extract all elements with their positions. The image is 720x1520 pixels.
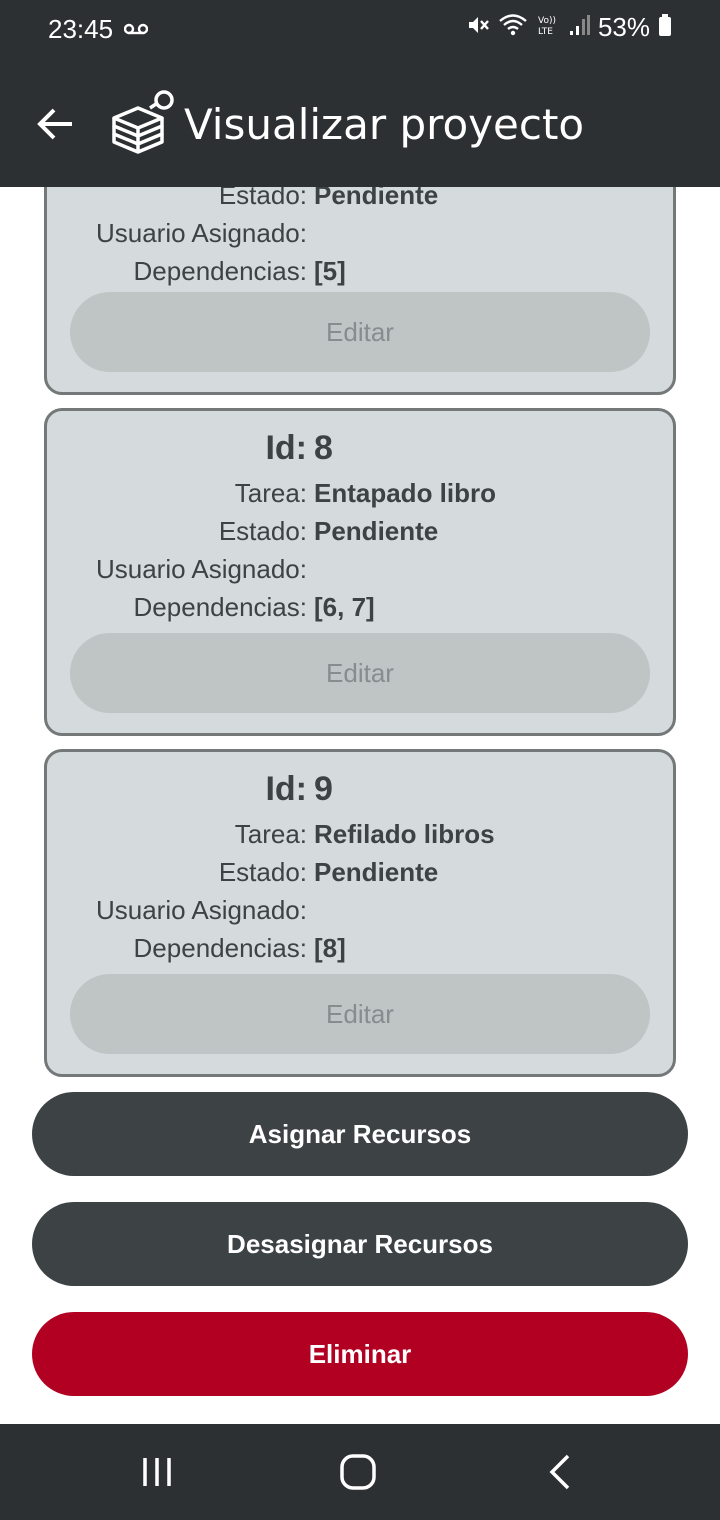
task-id-label: Id:: [265, 429, 307, 467]
task-user-label: Usuario Asignado:: [95, 554, 307, 584]
edit-button[interactable]: Editar: [70, 292, 650, 372]
unassign-resources-button[interactable]: Desasignar Recursos: [32, 1202, 688, 1286]
task-id-value: 8: [314, 429, 333, 467]
task-id-label: Id:: [265, 770, 307, 808]
task-id-value: 9: [314, 770, 333, 808]
task-deps-label: Dependencias:: [133, 592, 307, 622]
home-button[interactable]: [338, 1452, 378, 1497]
task-deps-row: Dependencias: [6, 7]: [47, 592, 679, 626]
task-list[interactable]: Estado: Pendiente Usuario Asignado: Depe…: [0, 187, 720, 1424]
task-deps-value: [5]: [314, 256, 346, 286]
assign-resources-button[interactable]: Asignar Recursos: [32, 1092, 688, 1176]
signal-icon: [568, 13, 590, 42]
task-state-row: Estado: Pendiente: [47, 857, 679, 891]
task-user-row: Usuario Asignado:: [47, 554, 679, 588]
edit-button[interactable]: Editar: [70, 974, 650, 1054]
edit-button[interactable]: Editar: [70, 633, 650, 713]
task-state-row: Estado: Pendiente: [47, 187, 679, 214]
status-time: 23:45: [48, 14, 114, 44]
wifi-icon: [498, 13, 528, 42]
task-name-value: Entapado libro: [314, 478, 496, 508]
task-name-row: Tarea: Refilado libros: [47, 819, 679, 853]
task-name-label: Tarea:: [234, 478, 307, 508]
battery-icon: [658, 13, 672, 42]
task-deps-label: Dependencias:: [133, 256, 307, 286]
boxes-stack-icon: [108, 88, 178, 161]
svg-text:Vo)): Vo)): [538, 16, 556, 26]
task-name-value: Refilado libros: [314, 819, 495, 849]
system-back-button[interactable]: [546, 1452, 576, 1497]
status-icons: Vo)) LTE 53%: [466, 12, 672, 43]
recent-apps-icon: [143, 1458, 171, 1486]
task-user-label: Usuario Asignado:: [95, 218, 307, 248]
task-state-value: Pendiente: [314, 857, 439, 887]
task-state-value: Pendiente: [314, 187, 439, 210]
task-user-label: Usuario Asignado:: [95, 895, 307, 925]
voicemail-icon: [123, 22, 149, 41]
app-bar: Visualizar proyecto: [0, 58, 720, 187]
task-deps-value: [8]: [314, 933, 346, 963]
battery-level: 53%: [597, 12, 650, 42]
task-name-row: Tarea: Entapado libro: [47, 478, 679, 512]
task-state-value: Pendiente: [314, 516, 439, 546]
task-id-row: Id: 9: [47, 770, 679, 812]
task-id-row: Id: 8: [47, 429, 679, 471]
task-deps-label: Dependencias:: [133, 933, 307, 963]
task-name-label: Tarea:: [234, 819, 307, 849]
task-state-label: Estado:: [218, 187, 307, 210]
status-bar: 23:45 Vo)) LTE 53%: [0, 0, 720, 58]
home-icon: [340, 1454, 376, 1490]
task-state-label: Estado:: [218, 857, 307, 887]
task-deps-row: Dependencias: [5]: [47, 256, 679, 290]
svg-text:LTE: LTE: [538, 27, 553, 37]
delete-button[interactable]: Eliminar: [32, 1312, 688, 1396]
back-button[interactable]: [34, 102, 78, 146]
task-card: Id: 9 Tarea: Refilado libros Estado: Pen…: [44, 749, 676, 1077]
task-deps-value: [6, 7]: [314, 592, 375, 622]
task-card: Estado: Pendiente Usuario Asignado: Depe…: [44, 187, 676, 395]
task-deps-row: Dependencias: [8]: [47, 933, 679, 967]
task-user-row: Usuario Asignado:: [47, 218, 679, 252]
recent-apps-button[interactable]: [140, 1454, 176, 1495]
chevron-left-icon: [549, 1454, 570, 1490]
system-nav-bar: [0, 1424, 720, 1520]
mute-icon: [466, 13, 490, 42]
task-card: Id: 8 Tarea: Entapado libro Estado: Pend…: [44, 408, 676, 736]
task-user-row: Usuario Asignado:: [47, 895, 679, 929]
arrow-left-icon: [37, 108, 72, 140]
volte-icon: Vo)) LTE: [536, 13, 560, 42]
page-title: Visualizar proyecto: [184, 100, 585, 149]
task-state-label: Estado:: [218, 516, 307, 546]
task-state-row: Estado: Pendiente: [47, 516, 679, 550]
